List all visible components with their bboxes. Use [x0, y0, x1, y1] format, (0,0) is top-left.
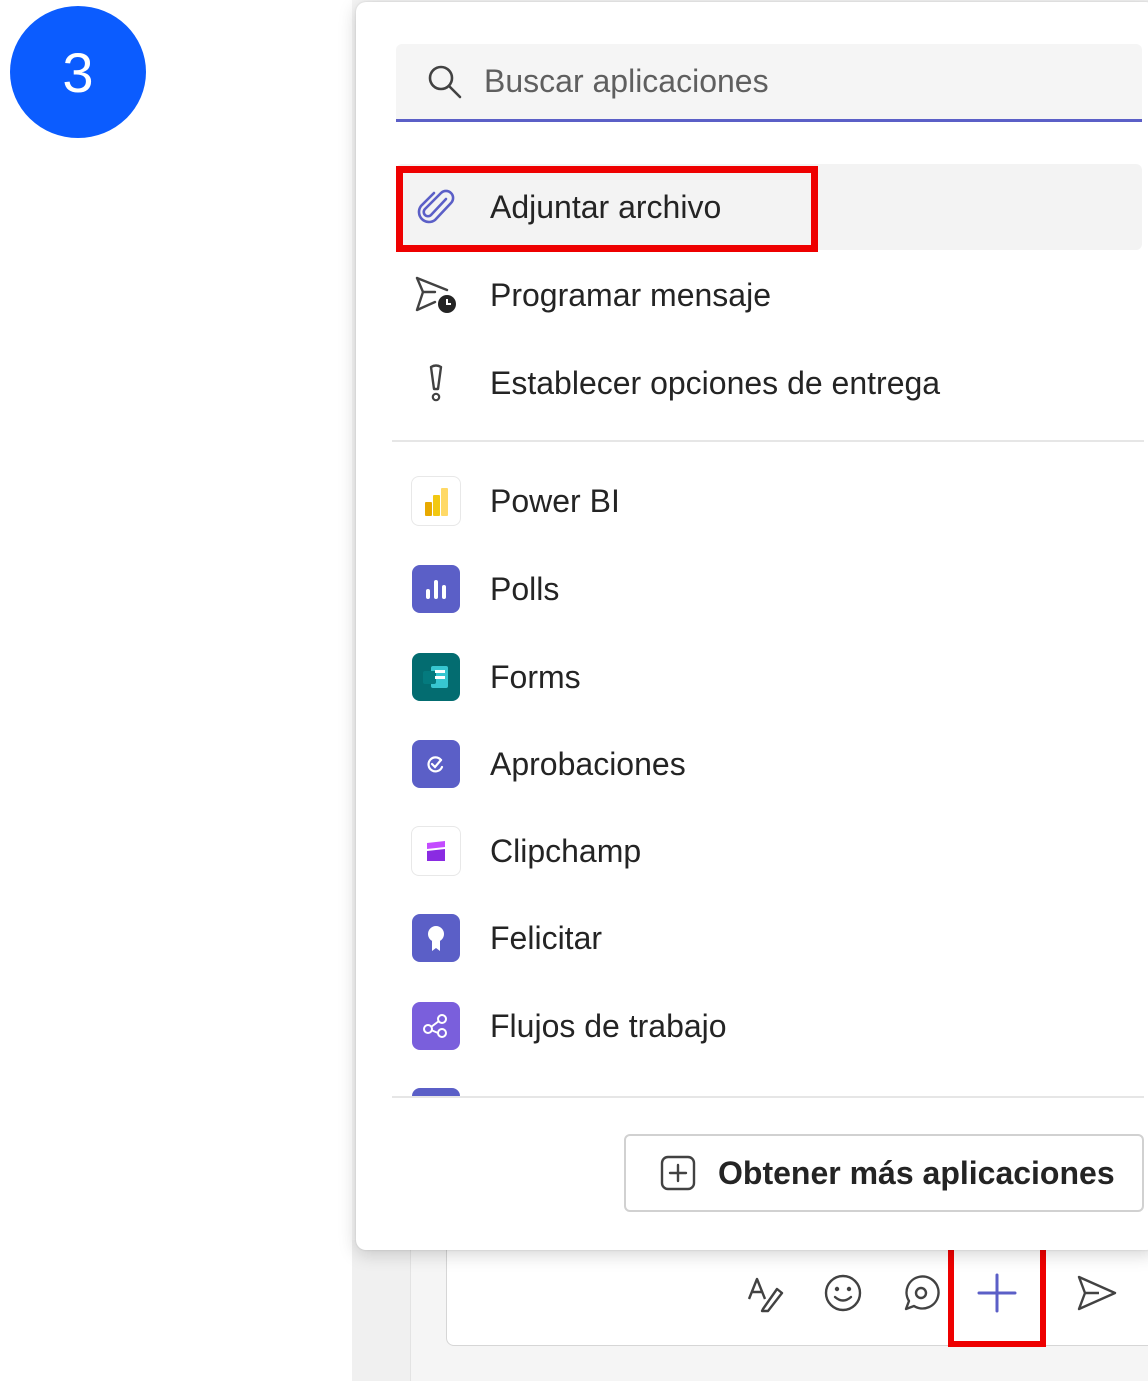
add-square-icon [660, 1155, 696, 1191]
workflows-icon [412, 1002, 460, 1050]
praise-icon [412, 914, 460, 962]
step-badge: 3 [10, 6, 146, 138]
app-item-approvals[interactable]: Aprobaciones [396, 721, 1142, 807]
format-icon[interactable] [742, 1270, 788, 1316]
side-strip [352, 1240, 411, 1381]
loop-icon[interactable] [897, 1270, 943, 1316]
forms-icon [412, 653, 460, 701]
menu-item-label: Establecer opciones de entrega [490, 364, 941, 401]
send-icon[interactable] [1074, 1270, 1120, 1316]
search-icon [428, 65, 462, 98]
app-item-workflows[interactable]: Flujos de trabajo [396, 983, 1142, 1069]
app-item-power-bi[interactable]: Power BI [396, 458, 1142, 544]
plus-button-highlight [948, 1243, 1046, 1347]
app-item-praise[interactable]: Felicitar [396, 895, 1142, 981]
search-input[interactable] [482, 62, 1086, 101]
app-label: Felicitar [490, 919, 603, 956]
menu-item-schedule-message[interactable]: Programar mensaje [396, 252, 1142, 338]
app-label: Flujos de trabajo [490, 1007, 727, 1044]
divider [392, 440, 1144, 442]
power-bi-icon [411, 476, 461, 526]
menu-item-label: Programar mensaje [490, 276, 771, 313]
menu-item-delivery-options[interactable]: Establecer opciones de entrega [396, 340, 1142, 426]
polls-icon [412, 565, 460, 613]
app-icon-partial [412, 1088, 460, 1096]
app-label: Clipchamp [490, 832, 642, 869]
search-box[interactable] [396, 44, 1142, 122]
important-icon [396, 363, 476, 403]
divider [392, 1096, 1144, 1098]
attach-file-highlight [396, 166, 818, 252]
schedule-send-icon [396, 274, 476, 316]
approvals-icon [412, 740, 460, 788]
app-item-polls[interactable]: Polls [396, 546, 1142, 632]
get-more-apps-button[interactable]: Obtener más aplicaciones [624, 1134, 1144, 1212]
clipchamp-icon [411, 826, 461, 876]
app-label: Power BI [490, 482, 620, 519]
app-label: Polls [490, 570, 560, 607]
app-item-clipchamp[interactable]: Clipchamp [396, 808, 1142, 894]
emoji-icon[interactable] [820, 1270, 866, 1316]
app-label: Forms [490, 658, 581, 695]
get-more-apps-label: Obtener más aplicaciones [718, 1154, 1115, 1191]
app-label: Aprobaciones [490, 745, 686, 782]
app-item-forms[interactable]: Forms [396, 634, 1142, 720]
apps-popup: Adjuntar archivo Programar mensaje Estab… [356, 2, 1148, 1250]
